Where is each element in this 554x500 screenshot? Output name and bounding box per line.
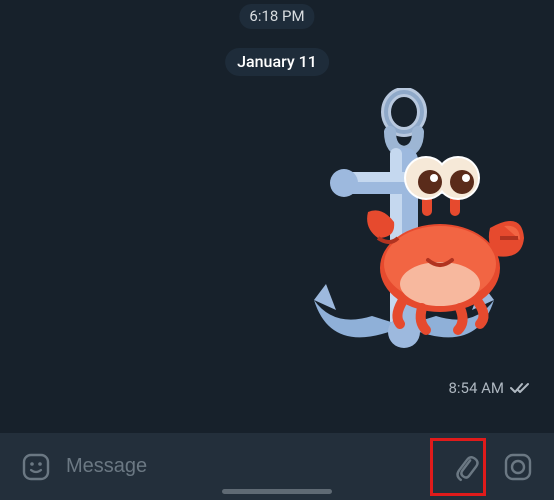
read-status-icon bbox=[510, 381, 532, 395]
message-time: 8:54 AM bbox=[448, 379, 504, 397]
camera-icon[interactable] bbox=[496, 445, 540, 489]
chat-area: 6:18 PM January 11 bbox=[0, 0, 554, 433]
date-separator: January 11 bbox=[225, 48, 329, 76]
message-meta: 8:54 AM bbox=[448, 379, 532, 397]
sticker-crab-anchor bbox=[272, 88, 532, 388]
sticker-icon[interactable] bbox=[14, 445, 58, 489]
sticker-message[interactable] bbox=[272, 88, 532, 388]
prev-time-pill: 6:18 PM bbox=[239, 4, 314, 29]
home-indicator bbox=[222, 489, 332, 494]
attach-icon[interactable] bbox=[444, 445, 488, 489]
message-input[interactable] bbox=[66, 445, 436, 489]
